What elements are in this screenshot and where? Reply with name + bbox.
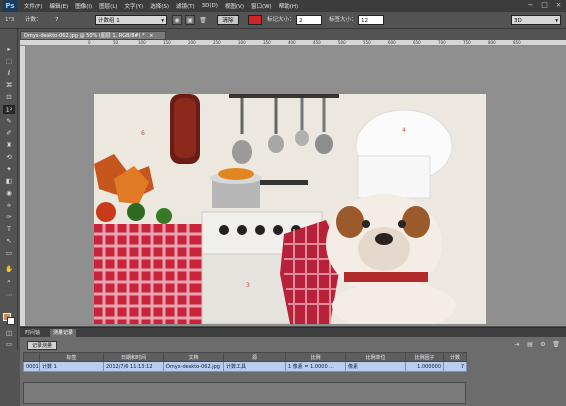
new-group-icon[interactable]: ▣	[185, 15, 195, 25]
datetime-cell: 2012/7/6 11:13:12	[103, 361, 164, 372]
filter-icon[interactable]: ▤	[526, 341, 534, 349]
count-group-value: 计数组 1	[98, 18, 120, 24]
column-header[interactable]: 标签	[39, 352, 104, 362]
kitchen-puppy-photo	[94, 94, 486, 324]
menu-filter[interactable]: 滤镜(T)	[176, 2, 195, 10]
menu-file[interactable]: 文件(F)	[24, 2, 42, 10]
gradient-tool-icon[interactable]: ◧	[3, 177, 15, 186]
marquee-tool-icon[interactable]: ⬚	[3, 57, 15, 66]
measurement-log-panel: 记录测量 ⇥ ▤ ⚙ 🗑 标签 日期和时间 文档 源 比例 比例单位 比例因子 …	[20, 337, 566, 406]
close-button[interactable]: ×	[554, 1, 563, 10]
eraser-tool-icon[interactable]: ✦	[3, 165, 15, 174]
history-brush-tool-icon[interactable]: ⟲	[3, 153, 15, 162]
menu-view[interactable]: 视图(V)	[225, 2, 244, 10]
quick-mask-icon[interactable]: ◫	[3, 329, 15, 338]
clone-stamp-tool-icon[interactable]: ♜	[3, 141, 15, 150]
photoshop-logo: Ps	[3, 0, 17, 12]
label-cell: 计数 1	[39, 361, 104, 372]
delete-group-icon[interactable]: 🗑	[198, 15, 208, 25]
visibility-toggle-icon[interactable]: ◉	[172, 15, 182, 25]
background-color-swatch[interactable]	[7, 317, 15, 325]
measurement-table: 标签 日期和时间 文档 源 比例 比例单位 比例因子 计数 0001 计数 1 …	[23, 352, 467, 372]
panel-tab-bar: 时间轴 测量记录	[20, 327, 566, 338]
blur-tool-icon[interactable]: ◉	[3, 189, 15, 198]
column-header[interactable]	[23, 352, 40, 362]
clear-button[interactable]: 清除	[217, 15, 239, 25]
shape-tool-icon[interactable]: ▭	[3, 249, 15, 258]
chevron-down-icon: ▾	[161, 18, 164, 24]
count-marker-label: 3	[246, 282, 250, 289]
menu-type[interactable]: 文字(Y)	[125, 2, 144, 10]
table-header-row: 标签 日期和时间 文档 源 比例 比例单位 比例因子 计数	[23, 352, 467, 362]
count-cell: 7	[443, 361, 467, 372]
row-id-cell: 0001	[23, 361, 40, 372]
workspace-select[interactable]: 3D ▾	[511, 15, 561, 25]
source-cell: 计数工具	[223, 361, 286, 372]
lasso-tool-icon[interactable]: ℓ	[3, 69, 15, 78]
move-tool-icon[interactable]: ▸	[3, 45, 15, 54]
options-bar: 1²3 计数： 7 计数组 1 ▾ ◉ ▣ 🗑 清除 标记大小： 2 标签大小： …	[0, 12, 566, 29]
menu-edit[interactable]: 编辑(E)	[49, 2, 68, 10]
chevron-down-icon: ▾	[555, 18, 558, 24]
table-empty-area	[23, 382, 466, 404]
menu-image[interactable]: 图像(I)	[75, 2, 92, 10]
dodge-tool-icon[interactable]: ⟡	[3, 201, 15, 210]
edit-toolbar-icon[interactable]: ⋯	[3, 291, 15, 300]
type-tool-icon[interactable]: T	[3, 225, 15, 234]
count-marker-label: 4	[402, 127, 406, 134]
marker-color-swatch[interactable]	[248, 15, 262, 25]
column-header[interactable]: 计数	[443, 352, 467, 362]
column-header[interactable]: 日期和时间	[103, 352, 164, 362]
menu-select[interactable]: 选择(S)	[150, 2, 169, 10]
count-tool-icon[interactable]: 1²3	[5, 15, 14, 25]
export-icon[interactable]: ⇥	[513, 341, 521, 349]
workspace-value: 3D	[514, 18, 522, 24]
close-tab-icon[interactable]: ×	[149, 33, 153, 39]
scale-factor-cell: 1.000000	[405, 361, 444, 372]
marker-size-input[interactable]: 2	[296, 15, 322, 25]
screen-mode-icon[interactable]: ▭	[3, 340, 15, 349]
settings-icon[interactable]: ⚙	[539, 341, 547, 349]
column-header[interactable]: 文档	[163, 352, 224, 362]
menu-layer[interactable]: 图层(L)	[99, 2, 117, 10]
document-image[interactable]: 6 4 3	[94, 94, 486, 324]
count-value: 7	[55, 17, 59, 23]
document-tab[interactable]: Dmyx-deskto-062.jpg @ 50% (图层 1, RGB/8#)…	[20, 31, 166, 40]
panel-icon-bar: ⇥ ▤ ⚙ 🗑	[513, 341, 560, 349]
document-cell: Dmyx-deskto-062.jpg	[163, 361, 224, 372]
zoom-tool-icon[interactable]: ⌕	[3, 277, 15, 286]
crop-tool-icon[interactable]: ⊡	[3, 93, 15, 102]
table-row[interactable]: 0001 计数 1 2012/7/6 11:13:12 Dmyx-deskto-…	[23, 361, 467, 372]
maximize-button[interactable]: □	[540, 1, 549, 10]
hand-tool-icon[interactable]: ✋	[3, 265, 15, 274]
menu-3d[interactable]: 3D(D)	[202, 3, 218, 9]
pen-tool-icon[interactable]: ✑	[3, 213, 15, 222]
path-select-tool-icon[interactable]: ↖	[3, 237, 15, 246]
column-header[interactable]: 源	[223, 352, 286, 362]
scale-unit-cell: 像素	[345, 361, 406, 372]
count-marker-label: 6	[141, 130, 145, 137]
column-header[interactable]: 比例单位	[345, 352, 406, 362]
healing-brush-tool-icon[interactable]: ✎	[3, 117, 15, 126]
column-header[interactable]: 比例	[285, 352, 346, 362]
tools-panel: ▸ ⬚ ℓ ⌘ ⊡ 1² ✎ ✐ ♜ ⟲ ✦ ◧ ◉ ⟡ ✑ T ↖ ▭ ✋ ⌕…	[0, 29, 18, 350]
count-tool-icon[interactable]: 1²	[3, 105, 15, 114]
record-measurements-button[interactable]: 记录测量	[27, 341, 58, 350]
count-group-select[interactable]: 计数组 1 ▾	[95, 15, 167, 25]
quick-select-tool-icon[interactable]: ⌘	[3, 81, 15, 90]
scale-cell: 1 像素 = 1.0000 ...	[285, 361, 346, 372]
window-controls: − □ ×	[526, 1, 563, 10]
label-size-input[interactable]: 12	[358, 15, 384, 25]
menu-window[interactable]: 窗口(W)	[251, 2, 272, 10]
column-header[interactable]: 比例因子	[405, 352, 444, 362]
menu-bar: Ps 文件(F) 编辑(E) 图像(I) 图层(L) 文字(Y) 选择(S) 滤…	[0, 0, 566, 12]
brush-tool-icon[interactable]: ✐	[3, 129, 15, 138]
menu-help[interactable]: 帮助(H)	[279, 2, 298, 10]
delete-icon[interactable]: 🗑	[552, 341, 560, 349]
minimize-button[interactable]: −	[526, 1, 535, 10]
count-label: 计数：	[25, 17, 42, 23]
marker-size-label: 标记大小：	[267, 17, 295, 23]
label-size-label: 标签大小：	[329, 17, 357, 23]
document-tab-title: Dmyx-deskto-062.jpg @ 50% (图层 1, RGB/8#)…	[24, 33, 145, 39]
